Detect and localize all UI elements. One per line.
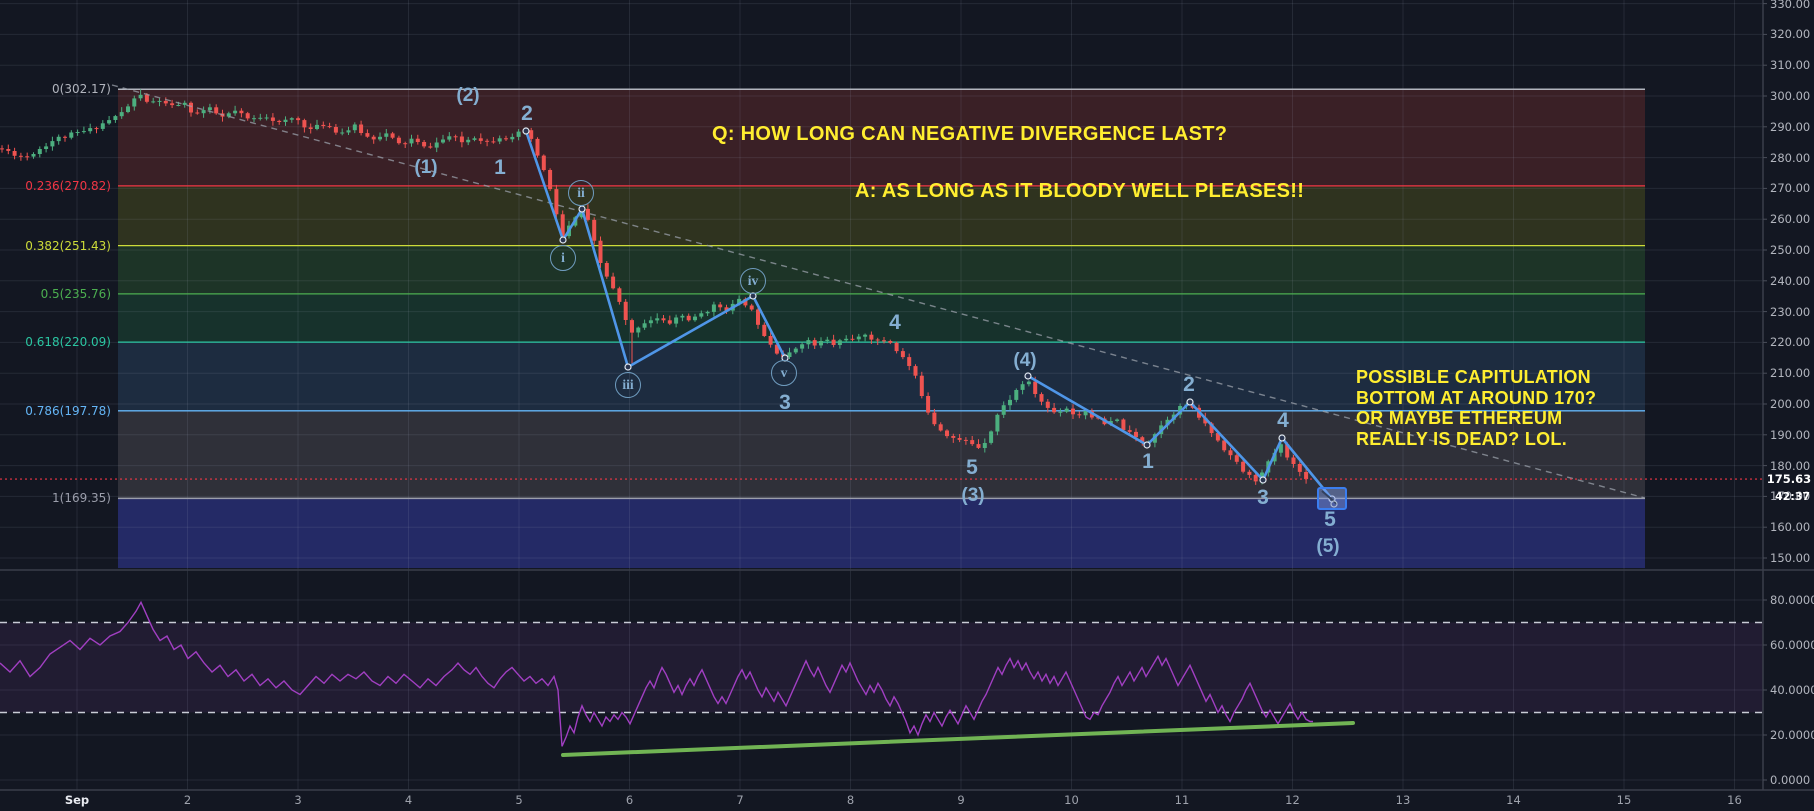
- candle-countdown-badge: 42:37: [1772, 489, 1813, 504]
- selected-anchor-box[interactable]: [1318, 488, 1346, 509]
- last-price-badge: 175.63: [1765, 471, 1813, 487]
- trading-chart-window: Q: HOW LONG CAN NEGATIVE DIVERGENCE LAST…: [0, 0, 1814, 811]
- chart-canvas[interactable]: [0, 0, 1814, 811]
- rsi-band: [0, 623, 1763, 713]
